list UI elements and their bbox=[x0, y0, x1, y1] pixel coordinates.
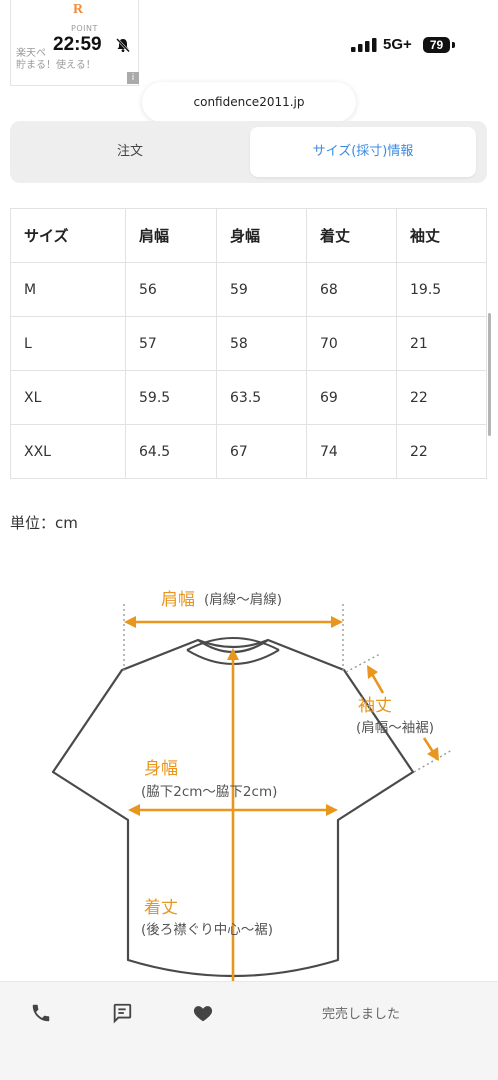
tab-order[interactable]: 注文 bbox=[10, 127, 250, 177]
table-cell: 56 bbox=[125, 262, 217, 317]
measurement-diagram: 肩幅 (肩線～肩線) 袖丈 (肩幅～袖裾) 身幅 (脇下2cm～脇下2cm) 着… bbox=[51, 590, 453, 983]
sleeve-arrowhead-bottom bbox=[427, 747, 439, 761]
table-cell: 67 bbox=[216, 424, 307, 479]
table-row: M 56 59 68 19.5 bbox=[10, 262, 487, 317]
table-cell: 57 bbox=[125, 316, 217, 371]
heart-icon[interactable] bbox=[192, 1002, 214, 1024]
rakuten-logo: R bbox=[73, 2, 84, 17]
length-label: 着丈 bbox=[144, 898, 178, 918]
bell-muted-icon bbox=[116, 38, 130, 53]
table-cell: 59.5 bbox=[125, 370, 217, 425]
chest-note: (脇下2cm～脇下2cm) bbox=[141, 784, 277, 800]
chat-icon[interactable] bbox=[111, 1002, 133, 1024]
length-note: (後ろ襟ぐり中心～裾) bbox=[141, 922, 273, 938]
table-cell: 22 bbox=[396, 424, 487, 479]
table-cell: 22 bbox=[396, 370, 487, 425]
table-header-row: サイズ 肩幅 身幅 着丈 袖丈 bbox=[10, 208, 487, 263]
table-header-cell: 身幅 bbox=[216, 208, 307, 263]
sleeve-arrow-top bbox=[370, 673, 385, 694]
url-bar[interactable]: confidence2011.jp bbox=[142, 82, 356, 122]
sleeve-note: (肩幅～袖裾) bbox=[356, 720, 434, 736]
table-header-cell: 着丈 bbox=[306, 208, 397, 263]
status-time: 22:59 bbox=[53, 34, 102, 55]
unit-label: 単位：cm bbox=[10, 514, 78, 532]
shoulder-label: 肩幅 bbox=[161, 590, 195, 610]
table-row: L 57 58 70 21 bbox=[10, 316, 487, 371]
table-cell: 19.5 bbox=[396, 262, 487, 317]
table-header-cell: サイズ bbox=[10, 208, 126, 263]
shoulder-arrow-right bbox=[331, 616, 343, 628]
tab-size-info[interactable]: サイズ(採寸)情報 bbox=[250, 127, 476, 177]
sleeve-guide-top bbox=[345, 653, 381, 673]
table-cell: 70 bbox=[306, 316, 397, 371]
shoulder-note: (肩線～肩線) bbox=[204, 592, 282, 608]
battery-indicator: 79 bbox=[423, 37, 450, 53]
bottom-action-bar: 完売しました bbox=[0, 981, 498, 1080]
cellular-signal-icon bbox=[351, 38, 377, 52]
table-cell: 68 bbox=[306, 262, 397, 317]
ad-text-line2: 貯まる！使える！ bbox=[16, 60, 96, 71]
table-cell: 58 bbox=[216, 316, 307, 371]
table-header-cell: 肩幅 bbox=[125, 208, 217, 263]
table-cell: M bbox=[10, 262, 126, 317]
info-icon[interactable]: i bbox=[127, 72, 139, 84]
sleeve-arrow-bottom bbox=[422, 737, 435, 753]
table-cell: 69 bbox=[306, 370, 397, 425]
size-table: サイズ 肩幅 身幅 着丈 袖丈 M 56 59 68 19.5 L 57 58 … bbox=[10, 208, 487, 479]
table-cell: 74 bbox=[306, 424, 397, 479]
shoulder-arrow-left bbox=[124, 616, 136, 628]
table-cell: XXL bbox=[10, 424, 126, 479]
battery-tip bbox=[452, 42, 455, 48]
table-cell: 64.5 bbox=[125, 424, 217, 479]
table-cell: 63.5 bbox=[216, 370, 307, 425]
network-type: 5G+ bbox=[383, 36, 412, 53]
ad-point-label: POINT bbox=[71, 24, 98, 33]
table-cell: 59 bbox=[216, 262, 307, 317]
table-cell: XL bbox=[10, 370, 126, 425]
table-row: XXL 64.5 67 74 22 bbox=[10, 424, 487, 479]
soldout-label: 完売しました bbox=[322, 1007, 401, 1022]
tab-bar: 注文 サイズ(採寸)情報 bbox=[10, 121, 487, 183]
table-cell: L bbox=[10, 316, 126, 371]
table-cell: 21 bbox=[396, 316, 487, 371]
scrollbar[interactable] bbox=[488, 313, 491, 436]
chest-label: 身幅 bbox=[144, 759, 178, 779]
phone-icon[interactable] bbox=[30, 1002, 52, 1024]
table-row: XL 59.5 63.5 69 22 bbox=[10, 370, 487, 425]
sleeve-label: 袖丈 bbox=[358, 696, 392, 716]
table-header-cell: 袖丈 bbox=[396, 208, 487, 263]
